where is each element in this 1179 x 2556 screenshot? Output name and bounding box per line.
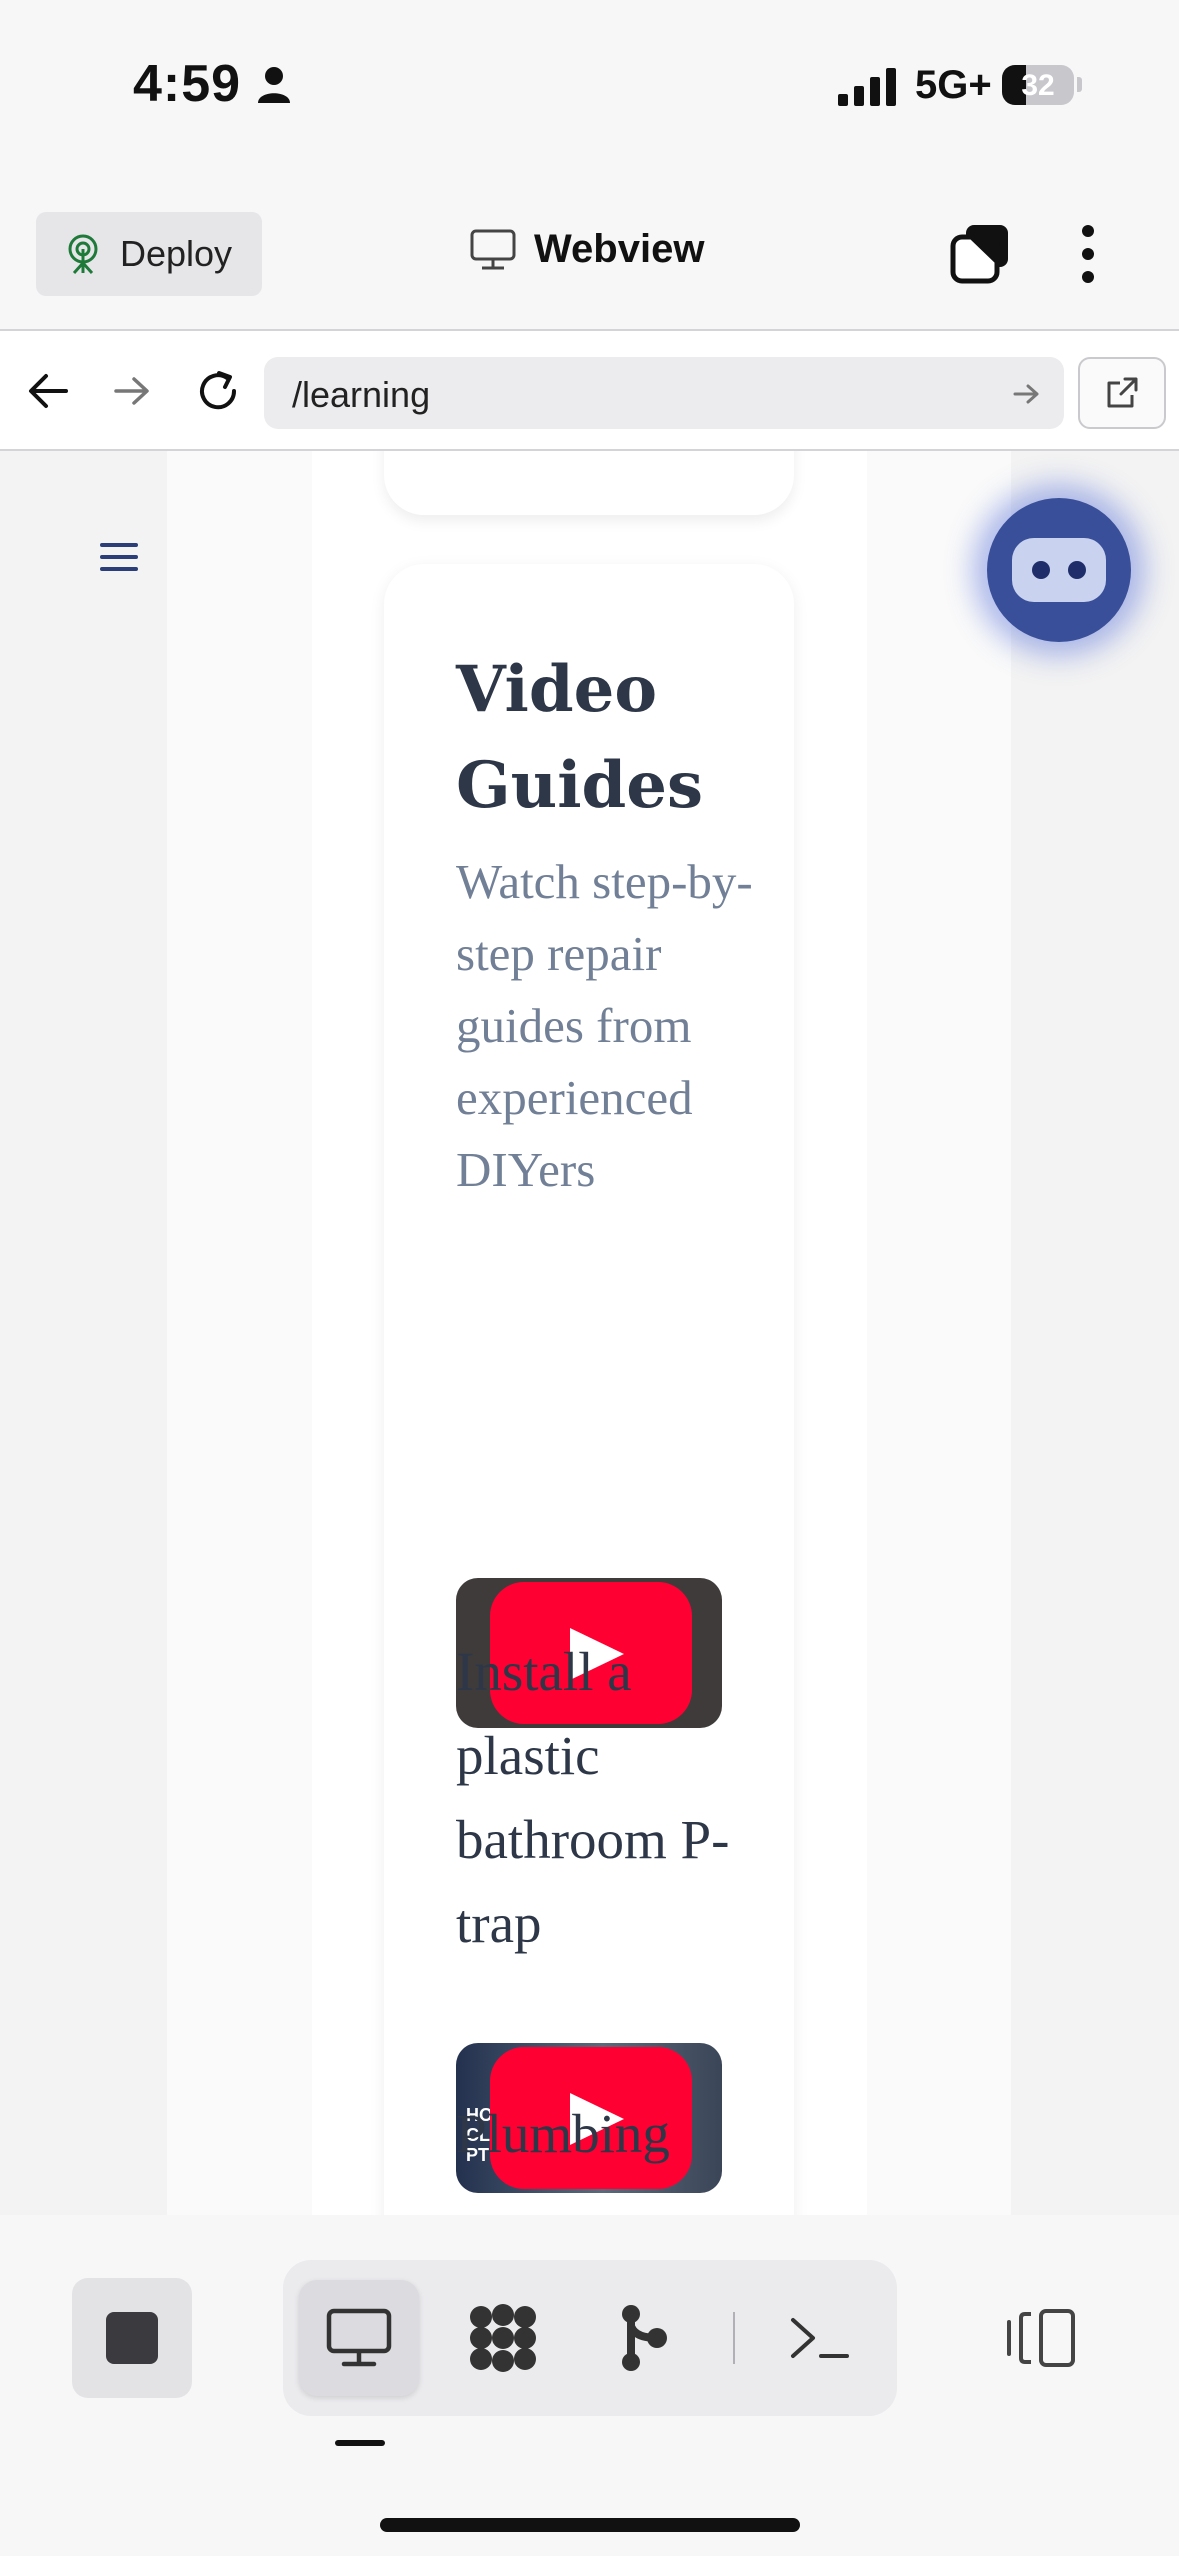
deploy-label: Deploy bbox=[120, 233, 233, 274]
forward-arrow-icon[interactable] bbox=[112, 369, 152, 413]
tool-git[interactable] bbox=[583, 2280, 703, 2396]
battery-tip bbox=[1077, 77, 1082, 92]
network-type: 5G+ bbox=[915, 63, 992, 107]
video-guides-card: Video Guides Watch step-by-step repair g… bbox=[384, 564, 794, 2215]
go-arrow-icon[interactable] bbox=[1012, 379, 1042, 409]
battery-percent: 32 bbox=[1021, 69, 1055, 102]
reload-icon[interactable] bbox=[194, 367, 242, 415]
webview-title: Webview bbox=[470, 227, 704, 272]
signal-icon bbox=[838, 68, 896, 106]
layout-toggle-icon[interactable] bbox=[1005, 2308, 1079, 2368]
external-link-icon bbox=[1107, 377, 1138, 408]
toolbar-divider bbox=[733, 2312, 735, 2364]
video-title[interactable]: Install a plastic bathroom P-trap bbox=[456, 1630, 786, 1966]
person-icon bbox=[258, 67, 290, 103]
card-subtitle: Watch step-by-step repair guides from ex… bbox=[456, 854, 753, 1197]
url-text: /learning bbox=[292, 374, 431, 415]
deploy-button[interactable]: Deploy bbox=[36, 212, 262, 296]
webview-label: Webview bbox=[534, 227, 705, 271]
assistant-bot-button[interactable] bbox=[987, 498, 1131, 642]
status-bar: 4:59 5G+ 32 bbox=[0, 0, 1179, 175]
tool-webview[interactable] bbox=[299, 2280, 419, 2396]
bot-face-icon bbox=[1012, 538, 1106, 602]
url-input[interactable]: /learning bbox=[264, 357, 1064, 429]
app-header: Deploy Webview bbox=[0, 175, 1179, 331]
webview-content: Video Guides Watch step-by-step repair g… bbox=[0, 451, 1179, 2215]
git-icon bbox=[622, 2305, 667, 2371]
hamburger-menu-icon[interactable] bbox=[100, 541, 138, 573]
battery-icon: 32 bbox=[1002, 65, 1074, 105]
bottom-toolbar bbox=[0, 2215, 1179, 2556]
monitor-icon bbox=[326, 2308, 392, 2367]
url-bar: /learning bbox=[0, 331, 1179, 451]
more-vertical-icon[interactable] bbox=[1076, 223, 1100, 285]
monitor-icon bbox=[470, 229, 516, 269]
video-title[interactable]: Plumbing bbox=[456, 2092, 786, 2176]
back-arrow-icon[interactable] bbox=[26, 369, 70, 413]
tool-shell[interactable] bbox=[760, 2280, 880, 2396]
tabs-icon[interactable] bbox=[950, 223, 1012, 285]
active-tab-indicator bbox=[335, 2440, 385, 2446]
card-title: Video Guides bbox=[456, 652, 703, 823]
terminal-icon bbox=[791, 2318, 849, 2358]
stop-icon bbox=[106, 2312, 158, 2364]
open-external-button[interactable] bbox=[1078, 357, 1166, 429]
deploy-icon bbox=[68, 234, 98, 275]
previous-card bbox=[384, 451, 794, 515]
status-time: 4:59 bbox=[133, 55, 242, 113]
stop-button[interactable] bbox=[72, 2278, 192, 2398]
tool-group bbox=[283, 2260, 897, 2416]
packages-icon bbox=[470, 2304, 536, 2372]
tool-packages[interactable] bbox=[443, 2280, 563, 2396]
home-indicator bbox=[380, 2518, 800, 2532]
